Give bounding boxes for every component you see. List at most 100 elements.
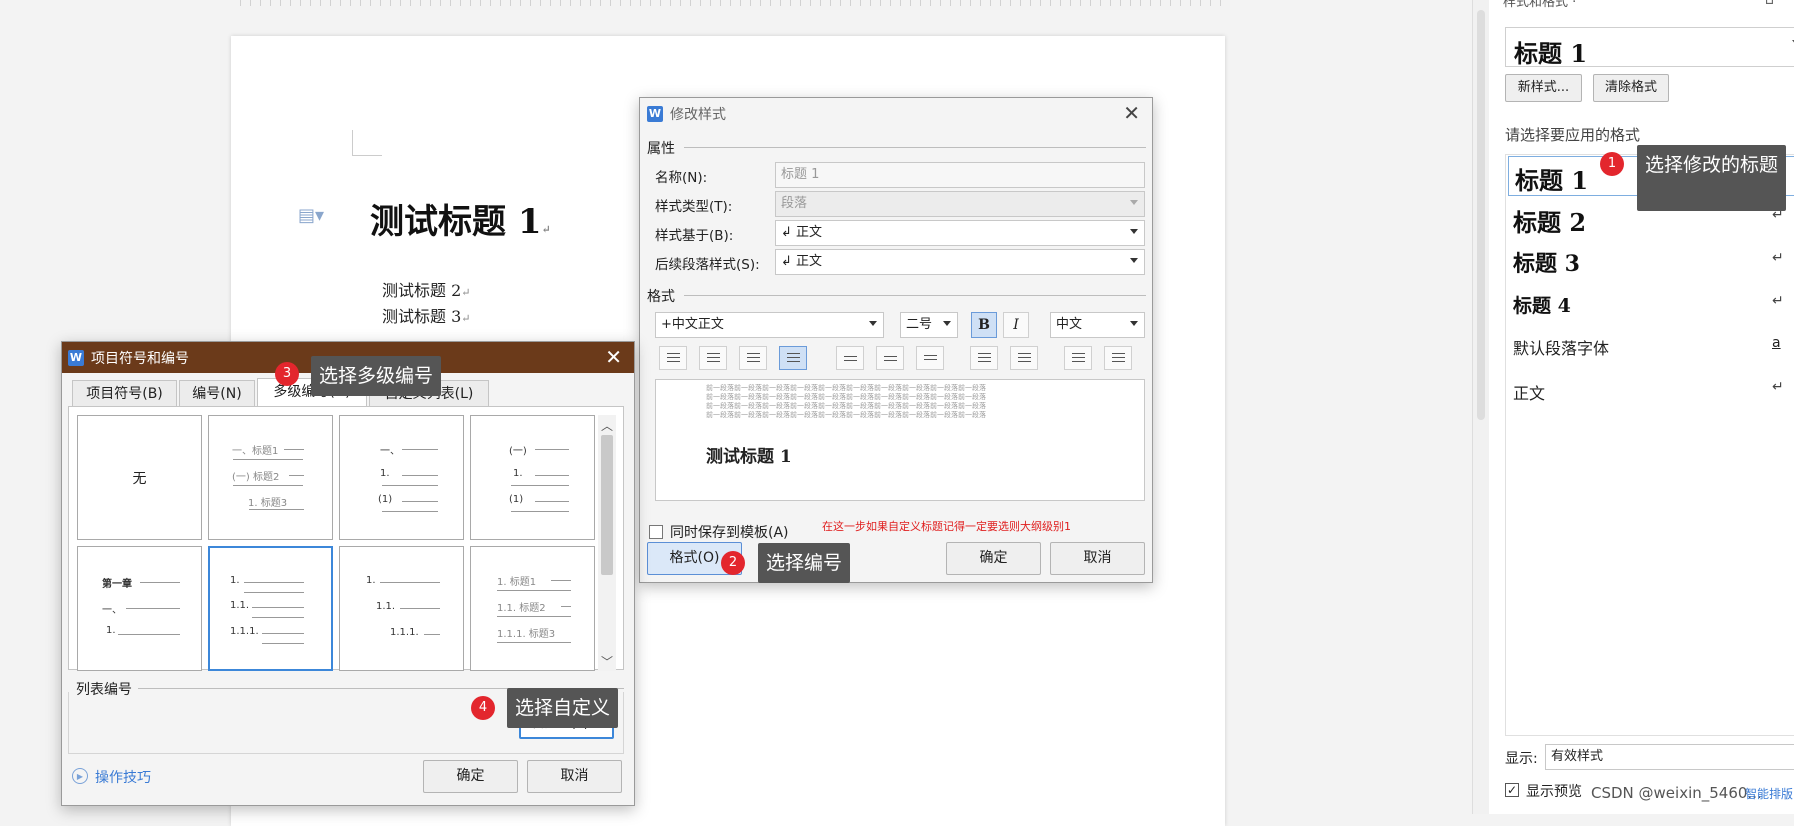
paragraph-options-icon[interactable]: ▤▾: [298, 205, 324, 226]
horizontal-ruler[interactable]: [240, 0, 1230, 6]
apply-format-label: 请选择要应用的格式: [1505, 126, 1641, 144]
increase-indent-button[interactable]: [1104, 346, 1132, 370]
modify-style-titlebar: W 修改样式 ✕: [640, 98, 1152, 129]
style-preview: 前一段落前一段落前一段落前一段落前一段落前一段落前一段落前一段落前一段落前一段落…: [655, 379, 1145, 501]
justify-button[interactable]: [779, 346, 807, 370]
chevron-down-icon: [1130, 258, 1138, 263]
align-left-button[interactable]: [659, 346, 687, 370]
save-template-label: 同时保存到模板(A): [670, 525, 789, 541]
chevron-down-icon: [1130, 229, 1138, 234]
list-style-decimal-indented[interactable]: 1. 1.1. 1.1.1.: [339, 546, 464, 671]
cell-text: 1.: [380, 468, 390, 479]
single-spacing-button[interactable]: [836, 346, 864, 370]
cell-text: 1. 标题1: [497, 577, 537, 588]
line-spacing-icon: [924, 355, 937, 363]
style-item-heading-2[interactable]: 标题 2: [1513, 203, 1586, 238]
list-style-decimal-legal[interactable]: 1. 1.1. 1.1.1.: [208, 546, 333, 671]
gallery-scrollbar[interactable]: ︿ ﹀: [598, 415, 616, 671]
indent-icon: [1112, 353, 1125, 364]
modify-style-dialog: W 修改样式 ✕ 属性 名称(N): 标题 1 样式类型(T): 段落 样式基于…: [639, 97, 1153, 583]
based-on-select[interactable]: ↲ 正文: [775, 220, 1145, 246]
align-center-button[interactable]: [699, 346, 727, 370]
pin-icon[interactable]: ⌂: [1765, 0, 1774, 8]
increase-spacing-button[interactable]: [970, 346, 998, 370]
new-style-button[interactable]: 新样式...: [1505, 74, 1582, 102]
tips-link[interactable]: 操作技巧: [95, 767, 151, 787]
1-5-spacing-button[interactable]: [876, 346, 904, 370]
close-icon[interactable]: ✕: [605, 347, 622, 367]
font-value: +中文正文: [661, 317, 724, 332]
list-style-chinese-numbers[interactable]: 一、 1. (1): [339, 415, 464, 540]
style-item-default-font[interactable]: 默认段落字体: [1513, 335, 1609, 359]
name-label: 名称(N):: [655, 170, 708, 186]
play-tips-icon[interactable]: ▶: [72, 768, 88, 784]
doc-heading-1[interactable]: 测试标题 1↵: [370, 194, 551, 243]
cell-text: 1.: [230, 575, 240, 586]
list-style-parenthesized[interactable]: (一) 1. (1): [470, 415, 595, 540]
chevron-up-icon[interactable]: ︿: [601, 417, 613, 434]
wps-logo-icon: W: [647, 106, 663, 122]
divider: [684, 295, 1146, 296]
cell-text: (1): [378, 494, 393, 505]
tab-bullets[interactable]: 项目符号(B): [72, 380, 177, 406]
style-item-heading-3[interactable]: 标题 3: [1513, 246, 1580, 278]
preview-line: 前一段落前一段落前一段落前一段落前一段落前一段落前一段落前一段落前一段落前一段落: [706, 384, 986, 392]
language-select[interactable]: 中文: [1050, 312, 1145, 338]
list-style-decimal-headings[interactable]: 1. 标题1 1.1. 标题2 1.1.1. 标题3: [470, 546, 595, 671]
doc-heading-2[interactable]: 测试标题 2↵: [382, 277, 471, 301]
callout-badge: 2: [721, 551, 745, 575]
tab-numbering[interactable]: 编号(N): [179, 380, 255, 406]
double-spacing-button[interactable]: [916, 346, 944, 370]
next-style-select[interactable]: ↲ 正文: [775, 249, 1145, 275]
chevron-down-icon: [1130, 200, 1138, 205]
ok-button[interactable]: 确定: [423, 760, 518, 793]
style-item-body[interactable]: 正文: [1513, 380, 1545, 404]
cell-text: 1.: [366, 575, 376, 586]
close-icon[interactable]: ✕: [1123, 103, 1140, 123]
current-style-box[interactable]: 标题 1: [1505, 27, 1794, 68]
scrollbar-thumb[interactable]: [601, 435, 613, 575]
chevron-down-icon[interactable]: ﹀: [601, 653, 613, 670]
callout-select-multilevel: 选择多级编号: [311, 356, 442, 396]
smart-layout-link[interactable]: 智能排版: [1745, 785, 1793, 802]
ok-button[interactable]: 确定: [946, 542, 1041, 575]
cell-text: 1.1.: [376, 601, 396, 612]
decrease-indent-button[interactable]: [1064, 346, 1092, 370]
font-select[interactable]: +中文正文: [655, 312, 884, 338]
show-select[interactable]: 有效样式: [1545, 744, 1794, 770]
cancel-button[interactable]: 取消: [527, 760, 622, 793]
cell-line: [511, 511, 569, 512]
preview-line: 前一段落前一段落前一段落前一段落前一段落前一段落前一段落前一段落前一段落前一段落: [706, 411, 986, 419]
save-template-checkbox[interactable]: [649, 525, 663, 539]
list-style-none[interactable]: 无: [77, 415, 202, 540]
cell-line: [402, 501, 438, 502]
list-style-chinese-headings[interactable]: 一、标题1 (一) 标题2 1. 标题3: [208, 415, 333, 540]
doc-heading-3[interactable]: 测试标题 3↵: [382, 303, 471, 327]
font-size-select[interactable]: 二号: [900, 312, 958, 338]
paragraph-return-icon: ↵: [1772, 250, 1784, 266]
panel-scrollbar[interactable]: [1473, 0, 1489, 814]
wps-logo-icon: W: [68, 350, 84, 366]
spacing-down-icon: [1018, 353, 1031, 364]
cell-text: 1.1.1.: [230, 626, 259, 637]
cell-line: [497, 616, 571, 617]
cell-line: [244, 592, 304, 593]
style-list: [1505, 154, 1794, 736]
decrease-spacing-button[interactable]: [1010, 346, 1038, 370]
style-type-select[interactable]: 段落: [775, 191, 1145, 217]
preview-line: 前一段落前一段落前一段落前一段落前一段落前一段落前一段落前一段落前一段落前一段落: [706, 402, 986, 410]
show-preview-checkbox[interactable]: ✓: [1505, 783, 1519, 797]
scrollbar-thumb[interactable]: [1477, 10, 1485, 420]
italic-button[interactable]: I: [1003, 312, 1029, 338]
cancel-button[interactable]: 取消: [1050, 542, 1145, 575]
callout-badge: 1: [1600, 152, 1624, 176]
bold-button[interactable]: B: [971, 312, 997, 338]
align-right-button[interactable]: [739, 346, 767, 370]
cell-line: [551, 580, 571, 581]
clear-format-button[interactable]: 清除格式: [1593, 74, 1669, 102]
align-right-icon: [747, 353, 760, 364]
style-item-heading-4[interactable]: 标题 4: [1513, 291, 1571, 318]
name-field[interactable]: 标题 1: [775, 162, 1145, 188]
cell-text: (一): [509, 446, 527, 457]
list-style-chapters[interactable]: 第一章 一、 1.: [77, 546, 202, 671]
